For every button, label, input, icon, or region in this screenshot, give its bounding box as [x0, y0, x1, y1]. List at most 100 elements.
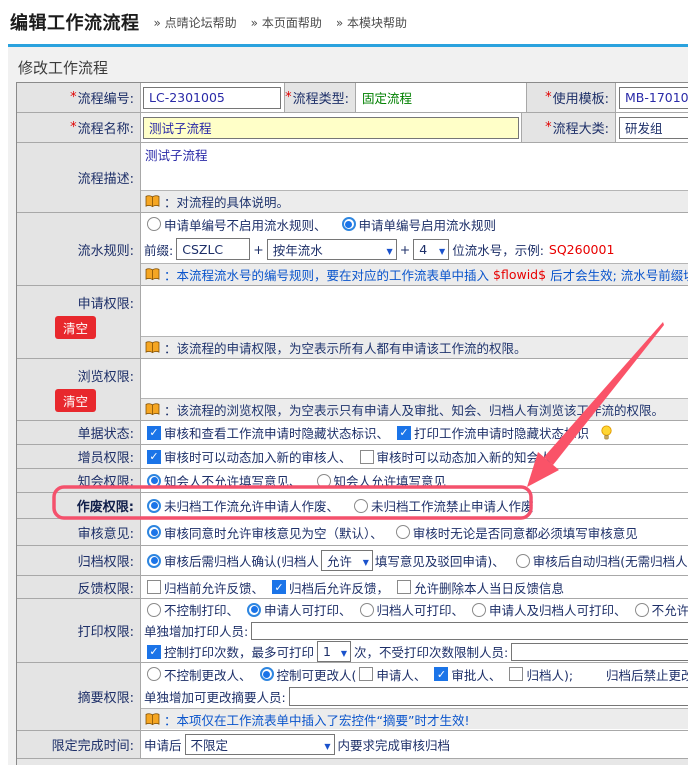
review-comment-content: 审核同意时允许审核意见为空（默认）、 审核时无论是否同意都必须填写审核意见: [141, 519, 688, 545]
print-count-select[interactable]: 1: [317, 641, 351, 662]
book-icon: [145, 268, 160, 281]
browse-permission-label: 浏览权限: 清空: [17, 359, 141, 420]
description-textarea[interactable]: 测试子流程: [141, 143, 688, 190]
book-icon: [145, 195, 160, 208]
feedback-permission-label: 反馈权限:: [17, 576, 141, 598]
add-member-label: 增员权限:: [17, 445, 141, 468]
feedback-delete-checkbox[interactable]: [397, 580, 411, 594]
table-row-apply-permission: 申请权限: 清空 ：该流程的申请权限，为空表示所有人都有申请该工作流的权限。: [17, 286, 688, 359]
print-permission-label: 打印权限:: [17, 599, 141, 662]
serial-enable-radio[interactable]: [342, 217, 356, 231]
print-archiver-radio[interactable]: [360, 603, 374, 617]
apply-permission-label: 申请权限: 清空: [17, 286, 141, 358]
deadline-select[interactable]: 不限定: [185, 734, 335, 755]
section-title: 修改工作流程: [18, 57, 108, 78]
summary-approver-checkbox[interactable]: [434, 667, 448, 681]
chevron-down-icon: [382, 242, 393, 257]
void-allow-radio[interactable]: [147, 499, 161, 513]
notify-no-comment-radio[interactable]: [147, 474, 161, 488]
notify-permission-label: 知会权限:: [17, 469, 141, 492]
archive-auto-radio[interactable]: [516, 554, 530, 568]
add-notified-checkbox[interactable]: [360, 450, 374, 464]
process-type-value: 固定流程: [362, 88, 412, 107]
browse-clear-button[interactable]: 清空: [55, 389, 96, 412]
print-applicant-radio[interactable]: [247, 603, 261, 617]
process-no-input[interactable]: LC-2301005: [143, 87, 281, 109]
table-row-review-comment: 审核意见: 审核同意时允许审核意见为空（默认）、 审核时无论是否同意都必须填写审…: [17, 519, 688, 546]
process-name-input[interactable]: 测试子流程: [143, 117, 519, 139]
add-member-content: 审核时可以动态加入新的审核人、 审核时可以动态加入新的知会人: [141, 445, 688, 468]
summary-permission-label: 摘要权限:: [17, 663, 141, 730]
review-empty-allowed-radio[interactable]: [147, 525, 161, 539]
lightbulb-icon[interactable]: [600, 425, 613, 440]
process-category-input[interactable]: 研发组: [619, 117, 688, 139]
description-hint-text: ：对流程的具体说明。: [164, 192, 289, 211]
feedback-after-archive-checkbox[interactable]: [272, 580, 286, 594]
table-row-feedback-permission: 反馈权限: 归档前允许反馈、 归档后允许反馈， 允许删除本人当日反馈信息: [17, 576, 688, 599]
add-printer-input[interactable]: [251, 622, 688, 640]
description-label: 流程描述:: [17, 143, 141, 212]
template-input[interactable]: MB-170100: [619, 87, 688, 109]
serial-disable-radio[interactable]: [147, 217, 161, 231]
archive-permission-label: 归档权限:: [17, 546, 141, 575]
archive-confirm-radio[interactable]: [147, 554, 161, 568]
print-forbid-radio[interactable]: [635, 603, 649, 617]
review-required-radio[interactable]: [396, 525, 410, 539]
apply-permission-area[interactable]: [141, 286, 688, 336]
serial-digits-select[interactable]: 4: [413, 239, 449, 260]
summary-controlled-radio[interactable]: [260, 667, 274, 681]
process-category-label: * 流程大类:: [521, 113, 616, 143]
add-reviewer-checkbox[interactable]: [147, 450, 161, 464]
hide-status-print-checkbox[interactable]: [397, 426, 411, 440]
table-row-deadline: 限定完成时间: 申请后 不限定 内要求完成审核归档: [17, 731, 688, 759]
book-icon: [145, 341, 160, 354]
table-row-add-member: 增员权限: 审核时可以动态加入新的审核人、 审核时可以动态加入新的知会人: [17, 445, 688, 469]
table-row-notify-permission: 知会权限: 知会人不允许填写意见、 知会人允许填写意见: [17, 469, 688, 493]
summary-applicant-checkbox[interactable]: [359, 667, 373, 681]
browse-permission-area[interactable]: [141, 359, 688, 398]
feedback-before-archive-checkbox[interactable]: [147, 580, 161, 594]
table-row-description: 流程描述: 测试子流程 ：对流程的具体说明。: [17, 143, 688, 213]
breadcrumb-page-help[interactable]: » 本页面帮助: [251, 14, 322, 31]
apply-clear-button[interactable]: 清空: [55, 316, 96, 339]
description-content: 测试子流程 ：对流程的具体说明。: [141, 143, 688, 212]
row2-content: 测试子流程 * 流程大类: 研发组: [141, 113, 688, 142]
table-row-browse-permission: 浏览权限: 清空 ：该流程的浏览权限，为空表示只有申请人及审批、知会、归档人有浏…: [17, 359, 688, 421]
summary-uncontrolled-radio[interactable]: [147, 667, 161, 681]
table-row-process-no: * 流程编号: LC-2301005 * 流程类型: 固定流程 * 使用模板:: [17, 83, 688, 113]
page: 编辑工作流流程 » 点晴论坛帮助 » 本页面帮助 » 本模块帮助 修改工作流程 …: [0, 0, 688, 765]
hide-status-review-checkbox[interactable]: [147, 426, 161, 440]
table-row-cutoff: [17, 759, 688, 765]
browse-permission-hint: ：该流程的浏览权限，为空表示只有申请人及审批、知会、归档人有浏览该工作流的权限。: [141, 398, 688, 420]
summary-editor-input[interactable]: [289, 687, 688, 706]
chevron-down-icon: [358, 553, 369, 568]
print-permission-content: 不控制打印、 申请人可打印、 归档人可打印、 申请人及归档人可打印、 不允许打印…: [141, 599, 688, 662]
breadcrumb: » 点晴论坛帮助 » 本页面帮助 » 本模块帮助: [154, 14, 408, 31]
notify-allow-comment-radio[interactable]: [317, 474, 331, 488]
print-exempt-input[interactable]: [511, 643, 688, 661]
void-forbid-radio[interactable]: [354, 499, 368, 513]
serial-period-select[interactable]: 按年流水: [267, 239, 397, 260]
book-icon: [145, 403, 160, 416]
serial-rule-label: 流水规则:: [17, 213, 141, 285]
apply-permission-hint: ：该流程的申请权限，为空表示所有人都有申请该工作流的权限。: [141, 336, 688, 358]
serial-rule-content: 申请单编号不启用流水规则、 申请单编号启用流水规则 前缀: CSZLC + 按年…: [141, 213, 688, 285]
deadline-label: 限定完成时间:: [17, 731, 141, 758]
apply-permission-content: ：该流程的申请权限，为空表示所有人都有申请该工作流的权限。: [141, 286, 688, 358]
doc-status-content: 审核和查看工作流申请时隐藏状态标识、 打印工作流申请时隐藏状态标识: [141, 421, 688, 444]
deadline-content: 申请后 不限定 内要求完成审核归档: [141, 731, 688, 758]
table-row-print-permission: 打印权限: 不控制打印、 申请人可打印、 归档人可打印、 申请人及归档人可打印、…: [17, 599, 688, 663]
print-limit-checkbox[interactable]: [147, 645, 161, 659]
process-no-label: * 流程编号:: [17, 83, 141, 112]
print-uncontrolled-radio[interactable]: [147, 603, 161, 617]
browse-permission-content: ：该流程的浏览权限，为空表示只有申请人及审批、知会、归档人有浏览该工作流的权限。: [141, 359, 688, 420]
breadcrumb-module-help[interactable]: » 本模块帮助: [336, 14, 407, 31]
print-both-radio[interactable]: [472, 603, 486, 617]
archive-comment-select[interactable]: 允许: [321, 550, 373, 571]
table-row-summary-permission: 摘要权限: 不控制更改人、 控制可更改人( 申请人、 审批人、 归档人); 归档…: [17, 663, 688, 731]
summary-archiver-checkbox[interactable]: [509, 667, 523, 681]
void-permission-label: 作废权限:: [17, 493, 141, 518]
serial-prefix-input[interactable]: CSZLC: [176, 238, 250, 260]
breadcrumb-forum-help[interactable]: » 点晴论坛帮助: [154, 14, 237, 31]
table-row-process-name: * 流程名称: 测试子流程 * 流程大类: 研发组: [17, 113, 688, 143]
